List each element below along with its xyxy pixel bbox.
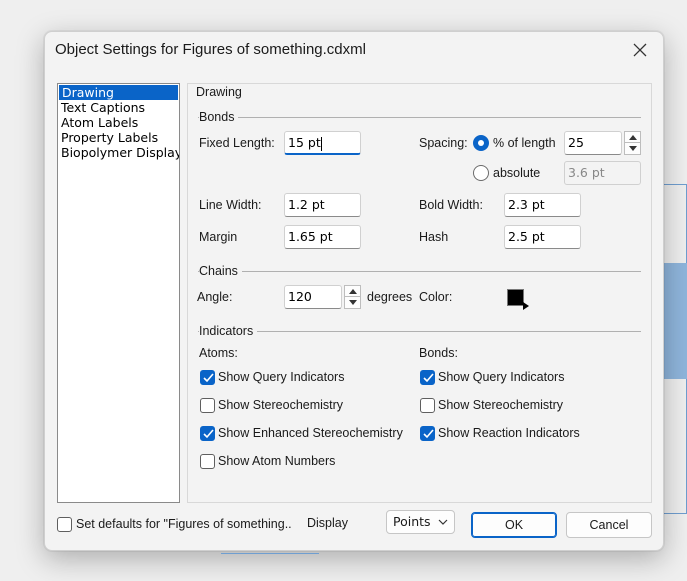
category-item-drawing[interactable]: Drawing — [59, 85, 178, 100]
bold-width-input[interactable]: 2.3 pt — [504, 193, 581, 217]
spacing-absolute-radio[interactable] — [473, 165, 489, 181]
display-label: Display — [307, 516, 348, 530]
hash-label: Hash — [419, 230, 449, 244]
fixed-length-value: 15 pt — [288, 135, 321, 150]
panel-title: Drawing — [196, 85, 242, 99]
background-guide-line — [221, 553, 319, 554]
checkmark-icon — [203, 429, 214, 439]
checkmark-icon — [423, 373, 434, 383]
units-select-value: Points — [393, 514, 431, 529]
background-guide-line — [663, 513, 687, 514]
angle-stepper[interactable] — [344, 285, 361, 309]
atoms-indicators-label: Atoms: — [199, 346, 238, 360]
spacing-percent-input[interactable]: 25 — [564, 131, 622, 155]
chevron-down-icon — [628, 146, 637, 151]
bonds-indicators-label: Bonds: — [419, 346, 458, 360]
category-item-property-labels[interactable]: Property Labels — [58, 130, 179, 145]
atoms-show-query-indicators-checkbox[interactable] — [200, 370, 215, 385]
angle-label: Angle: — [197, 290, 233, 304]
stepper-up-button[interactable] — [624, 131, 641, 143]
background-canvas-object — [663, 263, 687, 379]
angle-value: 120 — [288, 289, 312, 304]
background-guide-line — [663, 184, 687, 185]
indicators-group-label: Indicators — [199, 324, 258, 338]
bonds-show-stereochemistry-checkbox[interactable] — [420, 398, 435, 413]
spacing-label: Spacing: — [419, 136, 468, 150]
spacing-absolute-input[interactable]: 3.6 pt — [564, 161, 641, 185]
set-defaults-label[interactable]: Set defaults for "Figures of something.. — [76, 517, 292, 531]
category-item-text-captions[interactable]: Text Captions — [58, 100, 179, 115]
atoms-show-stereochemistry-checkbox[interactable] — [200, 398, 215, 413]
close-icon — [633, 43, 647, 57]
atoms-show-atom-numbers-checkbox[interactable] — [200, 454, 215, 469]
chains-group-label: Chains — [199, 264, 242, 278]
bonds-divider — [198, 117, 641, 118]
bonds-group-label: Bonds — [199, 110, 239, 124]
dropdown-arrow-icon — [523, 302, 529, 310]
spacing-percent-label[interactable]: % of length — [493, 136, 556, 150]
color-label: Color: — [419, 290, 453, 304]
chevron-up-icon — [628, 134, 637, 140]
checkmark-icon — [423, 429, 434, 439]
bonds-show-stereochemistry-label[interactable]: Show Stereochemistry — [438, 398, 563, 412]
fixed-length-input[interactable]: 15 pt — [284, 131, 361, 155]
settings-category-list[interactable]: Drawing Text Captions Atom Labels Proper… — [57, 83, 180, 503]
margin-input[interactable]: 1.65 pt — [284, 225, 361, 249]
atoms-show-enhanced-stereochemistry-checkbox[interactable] — [200, 426, 215, 441]
atoms-show-query-indicators-label[interactable]: Show Query Indicators — [218, 370, 344, 384]
bold-width-value: 2.3 pt — [508, 197, 545, 212]
margin-value: 1.65 pt — [288, 229, 333, 244]
fixed-length-label: Fixed Length: — [199, 136, 275, 150]
hash-input[interactable]: 2.5 pt — [504, 225, 581, 249]
chevron-down-icon — [348, 300, 357, 305]
spacing-percent-radio[interactable] — [473, 135, 489, 151]
close-button[interactable] — [627, 38, 653, 62]
stepper-down-button[interactable] — [344, 297, 361, 309]
chains-divider — [198, 271, 641, 272]
object-settings-dialog: Object Settings for Figures of something… — [44, 31, 664, 551]
bonds-show-query-indicators-checkbox[interactable] — [420, 370, 435, 385]
chevron-down-icon — [438, 519, 448, 525]
indicators-divider — [198, 331, 641, 332]
spacing-percent-stepper[interactable] — [624, 131, 641, 155]
set-defaults-checkbox[interactable] — [57, 517, 72, 532]
ok-button[interactable]: OK — [471, 512, 557, 538]
chain-color-swatch[interactable] — [507, 289, 524, 306]
spacing-absolute-label[interactable]: absolute — [493, 166, 540, 180]
text-caret — [320, 136, 322, 151]
angle-unit-label: degrees — [367, 290, 413, 304]
atoms-show-stereochemistry-label[interactable]: Show Stereochemistry — [218, 398, 343, 412]
units-select[interactable]: Points — [386, 510, 455, 534]
bonds-show-reaction-indicators-label[interactable]: Show Reaction Indicators — [438, 426, 580, 440]
category-item-biopolymer-display[interactable]: Biopolymer Display — [58, 145, 179, 160]
dialog-title: Object Settings for Figures of something… — [55, 41, 366, 58]
checkmark-icon — [203, 373, 214, 383]
hash-value: 2.5 pt — [508, 229, 545, 244]
drawing-settings-panel: Drawing Bonds Fixed Length: 15 pt Spacin… — [187, 83, 652, 503]
stepper-up-button[interactable] — [344, 285, 361, 297]
spacing-percent-value: 25 — [568, 135, 584, 150]
bonds-show-query-indicators-label[interactable]: Show Query Indicators — [438, 370, 564, 384]
category-item-atom-labels[interactable]: Atom Labels — [58, 115, 179, 130]
stepper-down-button[interactable] — [624, 143, 641, 155]
line-width-input[interactable]: 1.2 pt — [284, 193, 361, 217]
cancel-button[interactable]: Cancel — [566, 512, 652, 538]
line-width-value: 1.2 pt — [288, 197, 325, 212]
angle-input[interactable]: 120 — [284, 285, 342, 309]
atoms-show-enhanced-stereochemistry-label[interactable]: Show Enhanced Stereochemistry — [218, 426, 406, 440]
margin-label: Margin — [199, 230, 238, 244]
line-width-label: Line Width: — [199, 198, 262, 212]
spacing-absolute-value: 3.6 pt — [568, 165, 605, 180]
atoms-show-atom-numbers-label[interactable]: Show Atom Numbers — [218, 454, 335, 468]
bonds-show-reaction-indicators-checkbox[interactable] — [420, 426, 435, 441]
chevron-up-icon — [348, 288, 357, 294]
bold-width-label: Bold Width: — [419, 198, 483, 212]
